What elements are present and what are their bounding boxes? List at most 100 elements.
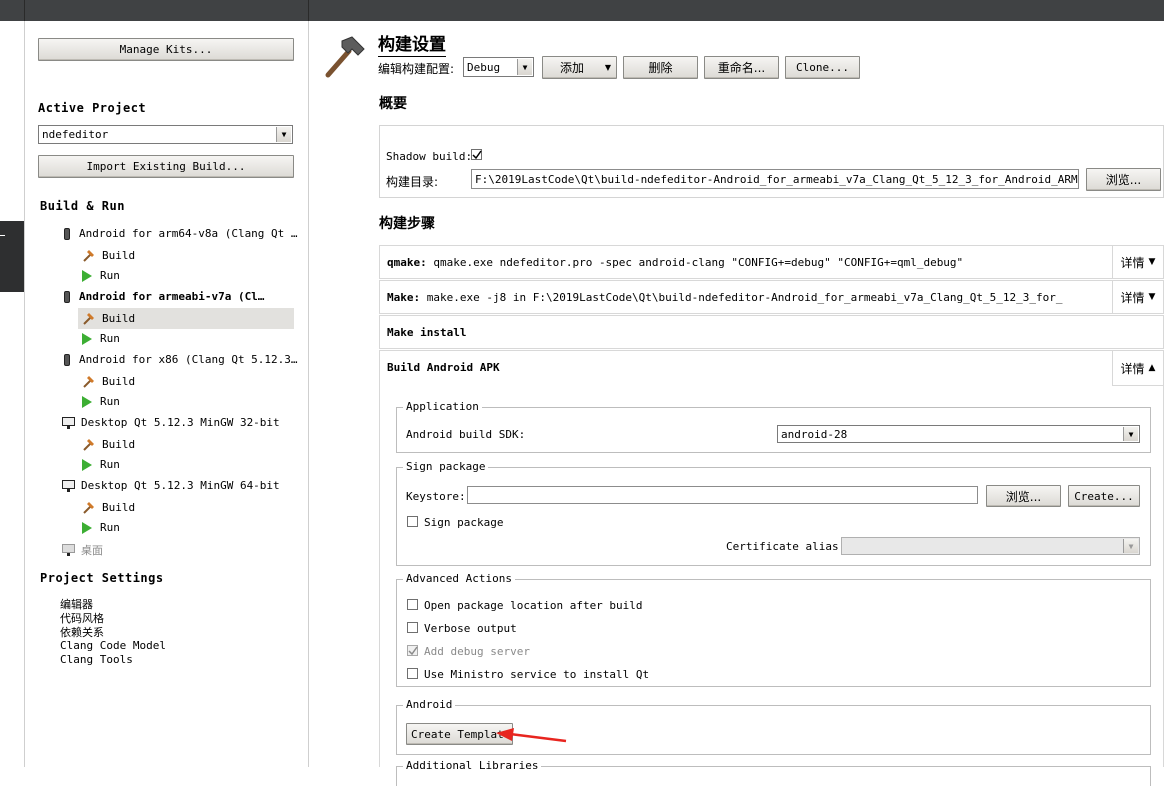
settings-item-dependencies[interactable]: 依赖关系 bbox=[60, 624, 104, 640]
sign-package-checkbox[interactable] bbox=[407, 516, 418, 527]
kit-android-x86-build[interactable]: Build bbox=[82, 374, 135, 388]
step-command: make.exe -j8 in F:\2019LastCode\Qt\build… bbox=[426, 291, 1063, 304]
kit-desktop-disabled[interactable]: 桌面 bbox=[62, 542, 103, 558]
kit-android-arm64-build[interactable]: Build bbox=[82, 248, 135, 262]
red-arrow-annotation bbox=[494, 726, 568, 749]
verbose-output-checkbox[interactable] bbox=[407, 622, 418, 633]
kit-android-x86[interactable]: Android for x86 (Clang Qt 5.12.3… bbox=[60, 353, 298, 366]
chevron-down-icon: ▼ bbox=[1148, 292, 1156, 302]
add-debug-server-label: Add debug server bbox=[424, 645, 530, 658]
add-debug-server-checkbox[interactable] bbox=[407, 645, 418, 656]
kit-android-armeabi-build[interactable]: Build bbox=[82, 311, 135, 325]
build-run-heading: Build & Run bbox=[40, 199, 125, 213]
details-label: 详情 bbox=[1120, 361, 1145, 376]
browse-keystore-button[interactable]: 浏览... bbox=[986, 485, 1061, 507]
certificate-alias-select[interactable]: ▼ bbox=[841, 537, 1140, 555]
additional-libraries-group: Additional Libraries bbox=[396, 759, 1151, 786]
ministro-label: Use Ministro service to install Qt bbox=[424, 668, 650, 681]
delete-config-button[interactable]: 删除 bbox=[623, 56, 698, 79]
run-label: Run bbox=[100, 521, 120, 534]
kit-desktop-64-run[interactable]: Run bbox=[82, 521, 120, 534]
kit-desktop-32-run[interactable]: Run bbox=[82, 458, 120, 471]
details-label: 详情 bbox=[1120, 255, 1145, 270]
step-details-button[interactable]: 详情 ▲ bbox=[1112, 351, 1163, 386]
run-icon bbox=[82, 458, 92, 471]
hammer-icon bbox=[82, 500, 96, 514]
details-label: 详情 bbox=[1120, 290, 1145, 305]
step-details-button[interactable]: 详情 ▼ bbox=[1112, 246, 1163, 278]
chevron-down-icon: ▼ bbox=[604, 63, 611, 72]
kit-android-x86-run[interactable]: Run bbox=[82, 395, 120, 408]
import-existing-build-button[interactable]: Import Existing Build... bbox=[38, 155, 294, 178]
active-mode-indicator[interactable] bbox=[0, 221, 24, 292]
browse-build-dir-button[interactable]: 浏览... bbox=[1086, 168, 1161, 191]
desktop-monitor-icon bbox=[62, 544, 75, 556]
edit-config-label: 编辑构建配置: bbox=[378, 62, 455, 76]
settings-item-clang-tools[interactable]: Clang Tools bbox=[60, 653, 133, 666]
build-dir-label: 构建目录: bbox=[386, 175, 439, 189]
settings-item-clang-code-model[interactable]: Clang Code Model bbox=[60, 639, 166, 652]
run-icon bbox=[82, 521, 92, 534]
overview-heading: 概要 bbox=[379, 96, 407, 112]
build-step-qmake[interactable]: qmake: qmake.exe ndefeditor.pro -spec an… bbox=[379, 245, 1164, 279]
build-step-make[interactable]: Make: make.exe -j8 in F:\2019LastCode\Qt… bbox=[379, 280, 1164, 314]
open-location-checkbox[interactable] bbox=[407, 599, 418, 610]
kit-label: Desktop Qt 5.12.3 MinGW 64-bit bbox=[81, 479, 280, 492]
rename-config-button[interactable]: 重命名... bbox=[704, 56, 779, 79]
add-config-button[interactable]: 添加 ▼ bbox=[542, 56, 617, 79]
group-legend: Android bbox=[403, 698, 456, 711]
kit-desktop-32[interactable]: Desktop Qt 5.12.3 MinGW 32-bit bbox=[62, 416, 280, 429]
kit-desktop-32-build[interactable]: Build bbox=[82, 437, 135, 451]
android-device-icon bbox=[64, 353, 70, 366]
step-name: Build Android APK bbox=[387, 361, 500, 374]
kit-android-armeabi-run[interactable]: Run bbox=[82, 332, 120, 345]
manage-kits-button[interactable]: Manage Kits... bbox=[38, 38, 294, 61]
desktop-monitor-icon bbox=[62, 416, 75, 429]
build-dir-value: F:\2019LastCode\Qt\build-ndefeditor-Andr… bbox=[475, 172, 1079, 186]
kit-label: Android for arm64-v8a (Clang Qt … bbox=[79, 227, 298, 240]
group-legend: Sign package bbox=[403, 460, 489, 473]
certificate-alias-label: Certificate alias: bbox=[726, 540, 846, 553]
group-legend: Advanced Actions bbox=[403, 572, 515, 585]
clone-config-button[interactable]: Clone... bbox=[785, 56, 860, 79]
page-title: 构建设置 bbox=[378, 30, 446, 57]
build-dir-input[interactable]: F:\2019LastCode\Qt\build-ndefeditor-Andr… bbox=[471, 169, 1079, 189]
check-icon bbox=[472, 150, 482, 160]
android-sdk-select[interactable]: android-28 ▼ bbox=[777, 425, 1140, 443]
chevron-down-icon: ▼ bbox=[1123, 539, 1138, 553]
keystore-label: Keystore: bbox=[406, 490, 466, 503]
run-label: Run bbox=[100, 395, 120, 408]
kit-desktop-64-build[interactable]: Build bbox=[82, 500, 135, 514]
active-project-select[interactable]: ndefeditor ▼ bbox=[38, 125, 293, 144]
hammer-icon bbox=[82, 437, 96, 451]
run-icon bbox=[82, 332, 92, 345]
top-toolbar bbox=[0, 0, 1164, 21]
build-label: Build bbox=[102, 311, 136, 325]
chevron-down-icon: ▼ bbox=[276, 127, 291, 142]
step-details-button[interactable]: 详情 ▼ bbox=[1112, 281, 1163, 313]
keystore-input[interactable] bbox=[467, 486, 978, 504]
check-icon bbox=[408, 646, 418, 656]
hammer-icon bbox=[82, 248, 96, 262]
build-step-make-install[interactable]: Make install bbox=[379, 315, 1164, 349]
ministro-checkbox[interactable] bbox=[407, 668, 418, 679]
shadow-build-checkbox[interactable] bbox=[471, 149, 482, 160]
step-name: Make: bbox=[387, 291, 421, 304]
android-device-icon bbox=[64, 290, 70, 303]
mode-marker bbox=[0, 235, 5, 236]
create-keystore-button[interactable]: Create... bbox=[1068, 485, 1140, 507]
sign-package-label: Sign package bbox=[424, 516, 504, 529]
kit-desktop-64[interactable]: Desktop Qt 5.12.3 MinGW 64-bit bbox=[62, 479, 280, 492]
step-command: qmake.exe ndefeditor.pro -spec android-c… bbox=[433, 256, 964, 269]
kit-android-armeabi[interactable]: Android for armeabi-v7a (Cl… bbox=[60, 290, 264, 303]
android-device-icon bbox=[64, 227, 70, 240]
kit-android-arm64-run[interactable]: Run bbox=[82, 269, 120, 282]
kit-android-arm64[interactable]: Android for arm64-v8a (Clang Qt … bbox=[60, 227, 298, 240]
run-icon bbox=[82, 269, 92, 282]
build-config-select[interactable]: Debug ▼ bbox=[463, 57, 534, 77]
hammer-icon bbox=[82, 311, 96, 325]
project-settings-heading: Project Settings bbox=[40, 571, 164, 585]
build-label: Build bbox=[102, 248, 136, 262]
kit-label: Desktop Qt 5.12.3 MinGW 32-bit bbox=[81, 416, 280, 429]
desktop-monitor-icon bbox=[62, 479, 75, 492]
